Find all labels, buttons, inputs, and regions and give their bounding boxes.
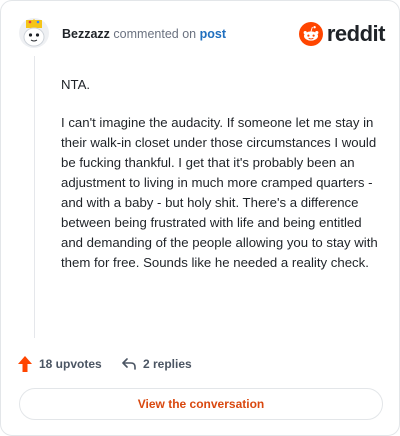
thread-line — [34, 56, 35, 338]
replies-button[interactable]: 2 replies — [121, 353, 192, 375]
upvote-count: 18 upvotes — [39, 357, 102, 371]
commented-on-label: commented on — [113, 27, 197, 41]
comment-paragraph: I can't imagine the audacity. If someone… — [61, 115, 378, 270]
username-link[interactable]: Bezzazz — [62, 27, 110, 41]
comment-header: Bezzazz commented on post reddit — [19, 15, 386, 53]
view-conversation-button[interactable]: View the conversation — [19, 388, 383, 420]
comment-meta: Bezzazz commented on post — [62, 27, 226, 41]
upvote-button[interactable]: 18 upvotes — [17, 353, 102, 375]
post-link[interactable]: post — [200, 27, 226, 41]
reddit-logo-text: reddit — [326, 21, 386, 46]
avatar[interactable] — [19, 18, 49, 48]
comment-paragraph: NTA. — [61, 77, 91, 92]
comment-body: NTA. I can't imagine the audacity. If so… — [61, 75, 379, 291]
upvote-arrow-icon — [18, 356, 32, 372]
reddit-logo-icon — [298, 22, 323, 46]
comment-card: Bezzazz commented on post reddit NTA. I … — [0, 0, 400, 436]
replies-count: 2 replies — [143, 357, 192, 371]
reddit-logo[interactable]: reddit — [298, 21, 386, 47]
comment-actions: 18 upvotes 2 replies — [17, 353, 387, 375]
reply-icon — [122, 358, 136, 370]
